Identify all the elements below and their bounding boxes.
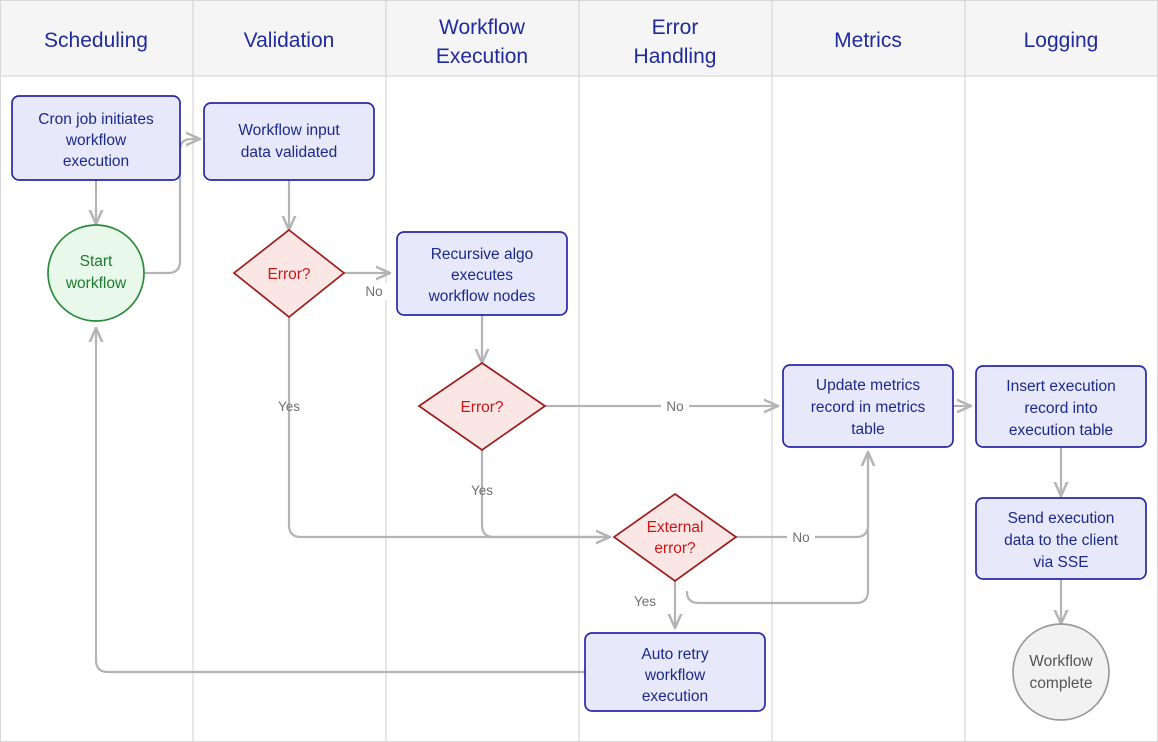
node-insert-execution-record-line1: Insert execution	[1006, 378, 1115, 395]
node-start-workflow-line2: workflow	[65, 275, 127, 292]
lane-header-error-handling-line2: Handling	[634, 45, 717, 68]
node-auto-retry-line2: workflow	[644, 667, 706, 684]
lane-header-metrics: Metrics	[834, 29, 902, 52]
node-workflow-complete-line2: complete	[1030, 675, 1093, 692]
node-workflow-input-validated[interactable]: Workflow input data validated	[203, 102, 375, 181]
node-start-workflow-shape[interactable]	[47, 224, 145, 322]
node-insert-execution-record-line2: record into	[1024, 400, 1097, 417]
node-update-metrics-line1: Update metrics	[816, 377, 920, 394]
node-execution-error[interactable]: Error?	[417, 361, 547, 452]
node-external-error-shape[interactable]	[612, 492, 738, 583]
node-send-execution-data-line2: data to the client	[1004, 532, 1118, 549]
edge-label-external-yes: Yes	[634, 594, 656, 609]
edge-label-validation-no-top: No	[365, 284, 382, 299]
swimlane-flowchart: Scheduling Validation Workflow Execution…	[0, 0, 1158, 742]
node-send-execution-data[interactable]: Send execution data to the client via SS…	[975, 497, 1147, 580]
node-update-metrics-line3: table	[851, 421, 885, 438]
node-recursive-algo-line2: executes	[451, 267, 513, 284]
node-workflow-input-validated-line1: Workflow input	[238, 122, 340, 139]
node-workflow-input-validated-line2: data validated	[241, 144, 338, 161]
lane-header-workflow-execution-line2: Execution	[436, 45, 528, 68]
lane-header-validation-label: Validation	[244, 29, 335, 52]
edge-label-execution-yes: Yes	[471, 483, 493, 498]
node-insert-execution-record-line3: execution table	[1009, 422, 1113, 439]
edge-label-execution-no-top: No	[666, 399, 683, 414]
node-start-workflow-line1: Start	[80, 253, 113, 270]
node-external-error[interactable]: External error?	[612, 492, 738, 583]
lane-header-logging-label: Logging	[1024, 29, 1099, 52]
edge-execution-yes-to-external	[480, 448, 612, 539]
node-recursive-algo-line3: workflow nodes	[428, 288, 536, 305]
node-insert-execution-record[interactable]: Insert execution record into execution t…	[975, 365, 1147, 448]
node-send-execution-data-line1: Send execution	[1008, 510, 1115, 527]
node-workflow-complete-shape[interactable]	[1012, 623, 1110, 721]
node-workflow-complete[interactable]: Workflow complete	[1012, 623, 1110, 721]
node-external-error-line1: External	[647, 519, 704, 536]
lane-header-scheduling-label: Scheduling	[44, 29, 148, 52]
node-send-execution-data-line3: via SSE	[1033, 554, 1088, 571]
lane-header-validation: Validation	[244, 29, 335, 52]
node-cron-job[interactable]: Cron job initiates workflow execution	[11, 95, 181, 181]
node-execution-error-label: Error?	[460, 399, 503, 416]
node-update-metrics[interactable]: Update metrics record in metrics table	[782, 364, 954, 448]
node-auto-retry[interactable]: Auto retry workflow execution	[584, 632, 766, 712]
node-start-workflow[interactable]: Start workflow	[47, 224, 145, 322]
node-auto-retry-line1: Auto retry	[641, 646, 708, 663]
node-workflow-complete-line1: Workflow	[1029, 653, 1093, 670]
lane-header-workflow-execution-line1: Workflow	[439, 16, 526, 39]
lane-header-logging: Logging	[1024, 29, 1099, 52]
node-auto-retry-line3: execution	[642, 688, 708, 705]
edge-label-external-no-top: No	[792, 530, 809, 545]
node-validation-error[interactable]: Error?	[232, 228, 346, 319]
flowchart-canvas: Scheduling Validation Workflow Execution…	[0, 0, 1158, 742]
node-recursive-algo-line1: Recursive algo	[431, 246, 534, 263]
node-external-error-line2: error?	[654, 540, 696, 557]
edge-auto-retry-to-start	[96, 328, 587, 674]
node-cron-job-line3: execution	[63, 153, 129, 170]
edge-label-validation-yes: Yes	[278, 399, 300, 414]
edge-external-no-to-metrics	[734, 452, 868, 539]
node-validation-error-label: Error?	[267, 266, 310, 283]
lane-header-scheduling: Scheduling	[44, 29, 148, 52]
node-cron-job-line1: Cron job initiates	[38, 111, 154, 128]
lane-header-metrics-label: Metrics	[834, 29, 902, 52]
node-workflow-input-validated-shape[interactable]	[203, 102, 375, 181]
node-update-metrics-line2: record in metrics	[811, 399, 926, 416]
lane-header-error-handling-line1: Error	[652, 16, 699, 39]
node-cron-job-line2: workflow	[65, 132, 127, 149]
node-recursive-algo[interactable]: Recursive algo executes workflow nodes	[396, 231, 568, 316]
